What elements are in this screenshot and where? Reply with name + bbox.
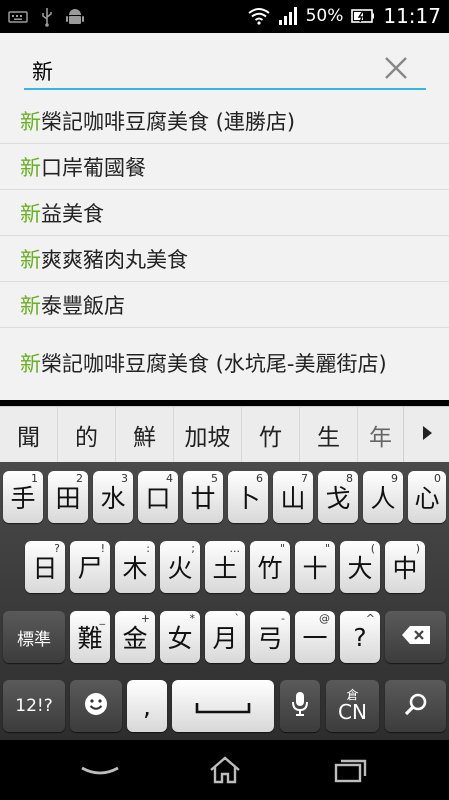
usb-icon	[40, 7, 54, 27]
key-row2[interactable]: (大	[340, 541, 380, 593]
candidate-item[interactable]: 聞	[0, 407, 58, 463]
back-button[interactable]	[80, 754, 120, 786]
keyboard-icon	[8, 10, 28, 24]
key-row2[interactable]: :木	[115, 541, 155, 593]
candidate-item[interactable]: 加坡	[174, 407, 242, 463]
key-row3[interactable]: + 金	[115, 611, 155, 663]
key-row1[interactable]: 0心	[408, 471, 446, 523]
candidate-item[interactable]: 竹	[242, 407, 300, 463]
emoji-key[interactable]	[70, 680, 122, 732]
symbols-key[interactable]: 12!?	[3, 680, 65, 732]
search-box	[24, 50, 426, 90]
recent-apps-icon	[330, 759, 370, 790]
recent-apps-button[interactable]	[330, 754, 370, 786]
candidate-item[interactable]: 鮮	[116, 407, 174, 463]
expand-candidates-button[interactable]	[403, 407, 449, 462]
key-row3[interactable]: ^?	[340, 611, 380, 663]
list-item[interactable]: 新益美食	[0, 189, 449, 235]
key-row1[interactable]: 2田	[48, 471, 88, 523]
search-icon	[404, 692, 428, 721]
key-row2[interactable]: ... 土	[205, 541, 245, 593]
suggestion-list: 新榮記咖啡豆腐美食 (連勝店) 新口岸葡國餐 新益美食 新爽爽豬肉丸美食 新泰豐…	[0, 99, 449, 401]
list-item[interactable]: 新爽爽豬肉丸美食	[0, 235, 449, 281]
language-key[interactable]: 倉 CN	[326, 680, 379, 732]
match-prefix: 新	[20, 247, 41, 272]
key-row2[interactable]: ? 日	[25, 541, 65, 593]
key-row1[interactable]: 1手	[3, 471, 43, 523]
language-key-label: CN	[338, 700, 367, 724]
smiley-icon	[84, 692, 108, 721]
backspace-icon	[401, 625, 431, 650]
key-row1[interactable]: 6卜	[228, 471, 268, 523]
search-input[interactable]	[32, 56, 372, 86]
key-row2[interactable]: ! 尸	[70, 541, 110, 593]
key-row1[interactable]: 4口	[138, 471, 178, 523]
keyboard: 1手 2田 3水 4口 5廿 6卜 7山 8戈 9人 0心 ? 日 ! 尸 :木 ;…	[0, 462, 449, 740]
key-row3[interactable]: -弓	[250, 611, 290, 663]
battery-percent: 50%	[305, 6, 344, 26]
key-row3[interactable]: ` 月	[205, 611, 245, 663]
key-row1[interactable]: 8戈	[318, 471, 358, 523]
key-row3[interactable]: _ 難	[70, 611, 110, 663]
signal-icon	[278, 6, 298, 26]
home-icon	[205, 756, 245, 790]
candidate-item[interactable]: 的	[58, 407, 116, 463]
key-row2[interactable]: " 十	[295, 541, 335, 593]
list-item[interactable]: 新榮記咖啡豆腐美食 (水坑尾-美麗街店)	[0, 327, 449, 401]
key-row1[interactable]: 3水	[93, 471, 133, 523]
backspace-key[interactable]	[385, 611, 446, 663]
candidate-item[interactable]: 生	[300, 407, 358, 463]
back-icon	[80, 766, 120, 790]
match-prefix: 新	[20, 293, 41, 318]
list-item[interactable]: 新口岸葡國餐	[0, 143, 449, 189]
home-button[interactable]	[205, 754, 245, 786]
key-row2[interactable]: ; 火	[160, 541, 200, 593]
suggestion-text: 口岸葡國餐	[41, 155, 146, 180]
key-row2[interactable]: ) 中	[385, 541, 425, 593]
suggestion-text: 益美食	[41, 201, 104, 226]
match-prefix: 新	[20, 155, 41, 180]
space-icon	[195, 692, 251, 721]
suggestion-text: 榮記咖啡豆腐美食 (水坑尾-美麗街店)	[41, 352, 387, 376]
comma-key[interactable]: ,	[127, 680, 167, 732]
key-row1[interactable]: 7山	[273, 471, 313, 523]
match-prefix: 新	[20, 352, 41, 376]
list-item[interactable]: 新泰豐飯店	[0, 281, 449, 327]
match-prefix: 新	[20, 110, 41, 134]
search-key[interactable]	[385, 680, 446, 732]
match-prefix: 新	[20, 201, 41, 226]
key-row1[interactable]: 5廿	[183, 471, 223, 523]
suggestion-text: 泰豐飯店	[41, 293, 125, 318]
microphone-icon	[291, 691, 309, 722]
android-icon	[66, 7, 84, 27]
mode-key[interactable]: 標準	[3, 611, 65, 663]
close-icon[interactable]	[382, 54, 410, 82]
list-item[interactable]: 新榮記咖啡豆腐美食 (連勝店)	[0, 99, 449, 143]
candidate-bar: 聞 的 鮮 加坡 竹 生 年	[0, 406, 449, 463]
status-bar: 50% 11:17	[0, 0, 449, 33]
navigation-bar	[0, 740, 449, 800]
clock: 11:17	[383, 4, 441, 28]
voice-key[interactable]	[280, 680, 320, 732]
wifi-icon	[247, 7, 270, 25]
candidate-item[interactable]: 年	[358, 407, 403, 463]
suggestion-text: 爽爽豬肉丸美食	[41, 247, 188, 272]
key-row3[interactable]: @ 一	[295, 611, 335, 663]
key-row2[interactable]: " 竹	[250, 541, 290, 593]
key-row1[interactable]: 9人	[363, 471, 403, 523]
app-content: 新榮記咖啡豆腐美食 (連勝店) 新口岸葡國餐 新益美食 新爽爽豬肉丸美食 新泰豐…	[0, 33, 449, 400]
battery-charging-icon	[351, 8, 375, 24]
chevron-right-icon	[420, 424, 434, 446]
key-row3[interactable]: * 女	[160, 611, 200, 663]
suggestion-text: 榮記咖啡豆腐美食 (連勝店)	[41, 110, 296, 134]
space-key[interactable]	[172, 680, 274, 732]
